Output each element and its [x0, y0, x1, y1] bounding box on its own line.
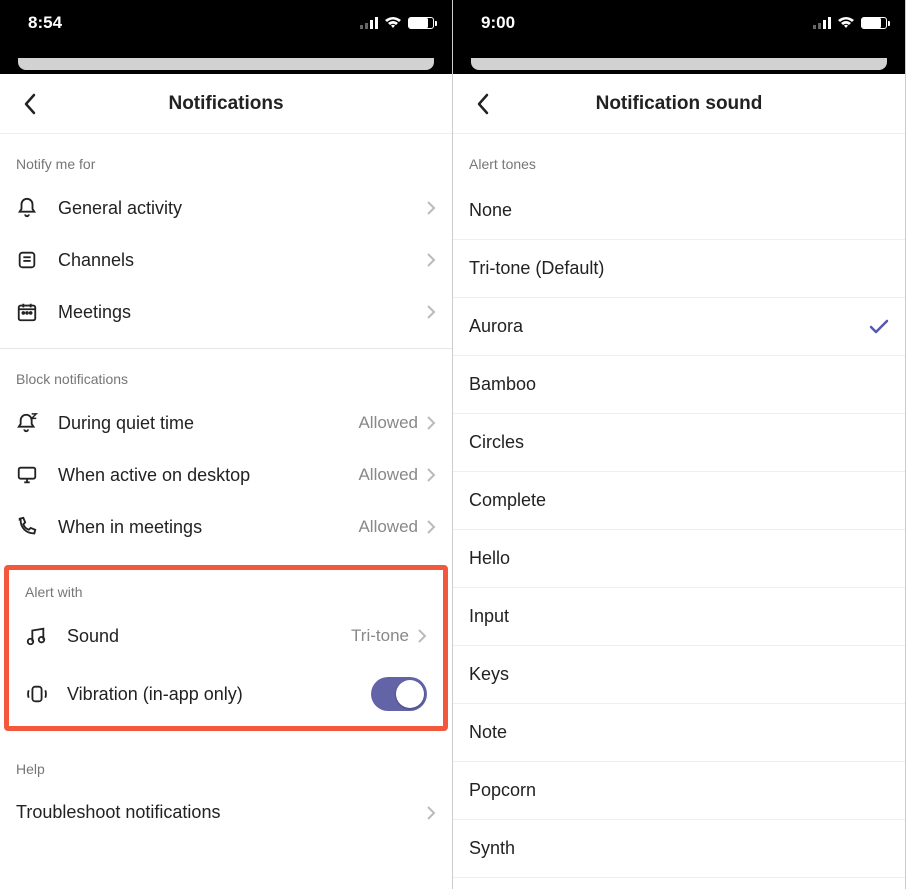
section-label-notify: Notify me for [0, 134, 452, 182]
chevron-right-icon [426, 467, 436, 483]
tone-label: Bamboo [469, 374, 536, 395]
chevron-left-icon [23, 93, 37, 115]
row-channels[interactable]: Channels [0, 234, 452, 286]
tone-row[interactable]: Synth [453, 820, 905, 878]
status-time: 8:54 [28, 13, 62, 33]
row-in-meetings[interactable]: When in meetings Allowed [0, 501, 452, 553]
chevron-right-icon [426, 519, 436, 535]
check-icon [869, 319, 889, 335]
wifi-icon [384, 17, 402, 29]
tone-row[interactable]: Circles [453, 414, 905, 472]
tone-row[interactable]: Input [453, 588, 905, 646]
tone-row[interactable]: None [453, 182, 905, 240]
chevron-left-icon [476, 93, 490, 115]
nav-header: Notifications [0, 74, 452, 134]
tone-row[interactable]: Complete [453, 472, 905, 530]
tone-row[interactable]: Hello [453, 530, 905, 588]
tone-label: Tri-tone (Default) [469, 258, 604, 279]
row-label: General activity [58, 198, 426, 219]
chevron-right-icon [417, 628, 427, 644]
bell-snooze-icon [16, 412, 58, 434]
channels-icon [16, 249, 58, 271]
calendar-icon [16, 301, 58, 323]
tone-label: Note [469, 722, 507, 743]
wifi-icon [837, 17, 855, 29]
section-label-help: Help [0, 739, 452, 787]
tone-label: Aurora [469, 316, 523, 337]
row-label: Troubleshoot notifications [16, 802, 426, 823]
row-value: Allowed [358, 413, 418, 433]
row-general-activity[interactable]: General activity [0, 182, 452, 234]
row-label: Meetings [58, 302, 426, 323]
row-meetings[interactable]: Meetings [0, 286, 452, 338]
battery-icon [408, 17, 434, 29]
section-label-block: Block notifications [0, 349, 452, 397]
cellular-icon [360, 17, 378, 29]
tone-label: Complete [469, 490, 546, 511]
chevron-right-icon [426, 304, 436, 320]
music-icon [25, 625, 67, 647]
phone-icon [16, 516, 58, 538]
vibration-icon [25, 683, 67, 705]
row-label: Vibration (in-app only) [67, 684, 371, 705]
cellular-icon [813, 17, 831, 29]
tone-row[interactable]: Tri-tone (Default) [453, 240, 905, 298]
tone-list: None Tri-tone (Default) Aurora Bamboo Circle… [453, 182, 905, 878]
row-value: Allowed [358, 465, 418, 485]
status-bar: 9:00 [453, 0, 905, 58]
phone-right: 9:00 Notification sound Alert tones None… [453, 0, 906, 889]
tone-row[interactable]: Popcorn [453, 762, 905, 820]
row-sound[interactable]: Sound Tri-tone [9, 610, 443, 662]
tone-label: Popcorn [469, 780, 536, 801]
row-label: When in meetings [58, 517, 358, 538]
status-indicators [813, 17, 887, 29]
section-label-tones: Alert tones [453, 134, 905, 182]
tone-row[interactable]: Bamboo [453, 356, 905, 414]
section-label-alert: Alert with [9, 570, 443, 610]
chevron-right-icon [426, 252, 436, 268]
page-title: Notifications [50, 93, 402, 115]
tone-row[interactable]: Note [453, 704, 905, 762]
row-label: Sound [67, 626, 351, 647]
back-button[interactable] [10, 84, 50, 124]
row-troubleshoot[interactable]: Troubleshoot notifications [0, 787, 452, 838]
row-value: Tri-tone [351, 626, 409, 646]
status-indicators [360, 17, 434, 29]
tone-label: Keys [469, 664, 509, 685]
vibration-toggle[interactable] [371, 677, 427, 711]
row-label: When active on desktop [58, 465, 358, 486]
back-button[interactable] [463, 84, 503, 124]
row-vibration: Vibration (in-app only) [9, 662, 443, 726]
tone-label: Input [469, 606, 509, 627]
bell-icon [16, 197, 58, 219]
battery-icon [861, 17, 887, 29]
chevron-right-icon [426, 805, 436, 821]
tone-row[interactable]: Aurora [453, 298, 905, 356]
desktop-icon [16, 464, 58, 486]
tone-label: None [469, 200, 512, 221]
highlight-alert-with: Alert with Sound Tri-tone Vibration (in-… [4, 565, 448, 731]
status-gap [0, 58, 452, 74]
chevron-right-icon [426, 200, 436, 216]
tone-label: Circles [469, 432, 524, 453]
row-label: Channels [58, 250, 426, 271]
tone-row[interactable]: Keys [453, 646, 905, 704]
row-quiet-time[interactable]: During quiet time Allowed [0, 397, 452, 449]
row-active-desktop[interactable]: When active on desktop Allowed [0, 449, 452, 501]
nav-header: Notification sound [453, 74, 905, 134]
row-label: During quiet time [58, 413, 358, 434]
status-gap [453, 58, 905, 74]
tone-label: Synth [469, 838, 515, 859]
row-value: Allowed [358, 517, 418, 537]
phone-left: 8:54 Notifications Notify me for General… [0, 0, 453, 889]
status-time: 9:00 [481, 13, 515, 33]
status-bar: 8:54 [0, 0, 452, 58]
tone-label: Hello [469, 548, 510, 569]
chevron-right-icon [426, 415, 436, 431]
page-title: Notification sound [503, 93, 855, 115]
